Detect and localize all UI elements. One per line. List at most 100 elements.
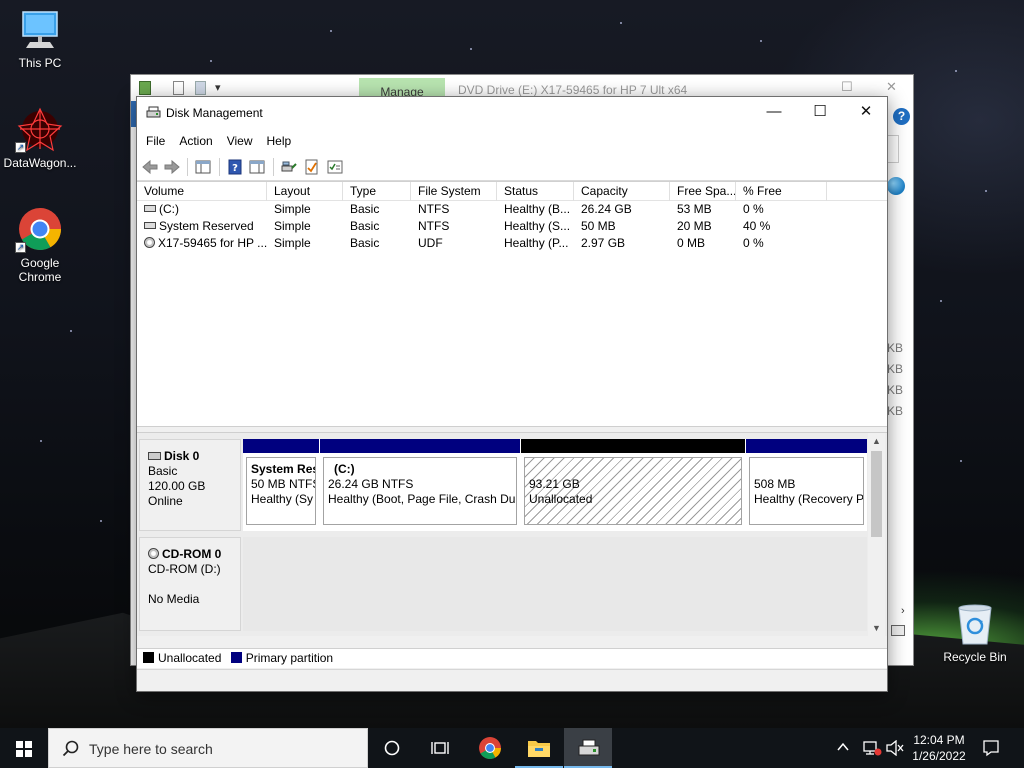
window-title: Disk Management xyxy=(166,106,263,120)
dvd-disc-icon xyxy=(144,237,155,249)
help-icon[interactable]: ? xyxy=(893,108,910,125)
partition-size: 26.24 GB NTFS xyxy=(328,477,414,491)
show-hide-console-tree-icon[interactable] xyxy=(194,158,212,176)
column-header-volume[interactable]: Volume xyxy=(137,182,267,201)
speaker-muted-icon xyxy=(886,739,904,757)
volume-button[interactable] xyxy=(886,739,904,768)
partition-name: System Res xyxy=(251,462,316,476)
menu-file[interactable]: File xyxy=(139,129,172,153)
disk-management-window[interactable]: Disk Management — ☐ ✕ File Action View H… xyxy=(136,96,888,692)
taskbar-file-explorer[interactable] xyxy=(515,728,563,768)
menu-help[interactable]: Help xyxy=(260,129,299,153)
disk-management-app-icon xyxy=(146,106,161,118)
pane-splitter[interactable] xyxy=(137,426,887,433)
desktop-icon-recycle-bin[interactable]: Recycle Bin xyxy=(935,602,1015,664)
cdrom-0-area[interactable] xyxy=(243,537,867,631)
scroll-right-icon[interactable]: › xyxy=(901,605,905,617)
disk-map-scrollbar[interactable]: ▲ ▼ xyxy=(868,433,885,636)
legend-label-unallocated: Unallocated xyxy=(158,651,222,665)
properties-check-icon[interactable] xyxy=(303,158,321,176)
volume-list[interactable]: Volume Layout Type File System Status Ca… xyxy=(137,181,887,426)
disk-0-label[interactable]: Disk 0 Basic 120.00 GB Online xyxy=(139,439,241,531)
clock[interactable]: 12:04 PM 1/26/2022 xyxy=(906,732,972,764)
taskbar-disk-management[interactable] xyxy=(564,728,612,768)
column-header-file-system[interactable]: File System xyxy=(411,182,497,201)
partition-bar xyxy=(320,439,520,453)
desktop-icon-google-chrome[interactable]: ↗ Google Chrome xyxy=(0,206,80,284)
capacity-cell: 26.24 GB xyxy=(581,202,632,216)
desktop-icon-this-pc[interactable]: This PC xyxy=(0,8,80,70)
properties-icon[interactable] xyxy=(173,81,184,95)
chrome-icon xyxy=(479,737,501,759)
export-list-icon[interactable] xyxy=(326,158,344,176)
volume-row[interactable]: System Reserved Simple Basic NTFS Health… xyxy=(137,218,887,235)
taskbar-search-box[interactable]: Type here to search xyxy=(48,728,368,768)
column-header-free-space[interactable]: Free Spa... xyxy=(670,182,736,201)
desktop-icon-label: This PC xyxy=(18,56,62,70)
maximize-icon[interactable]: ☐ xyxy=(841,79,853,95)
desktop-icon-datawagon[interactable]: ↗ DataWagon... xyxy=(0,106,80,170)
clock-time: 12:04 PM xyxy=(913,733,965,747)
cdrom-0-label[interactable]: CD-ROM 0 CD-ROM (D:) No Media xyxy=(139,537,241,631)
column-header-capacity[interactable]: Capacity xyxy=(574,182,670,201)
help-icon[interactable]: ? xyxy=(226,158,244,176)
start-button[interactable] xyxy=(0,728,48,768)
details-view-icon[interactable] xyxy=(891,625,905,636)
legend: Unallocated Primary partition xyxy=(137,648,887,668)
column-header-type[interactable]: Type xyxy=(343,182,411,201)
show-hide-action-pane-icon[interactable] xyxy=(248,158,266,176)
capacity-cell: 50 MB xyxy=(581,219,616,233)
notifications-icon xyxy=(983,740,999,757)
back-arrow-icon[interactable] xyxy=(141,158,159,176)
hard-drive-icon xyxy=(144,222,156,230)
cdrom-icon xyxy=(148,548,159,560)
maximize-button[interactable]: ☐ xyxy=(797,97,843,127)
volume-name: X17-59465 for HP ... xyxy=(158,236,267,250)
globe-icon xyxy=(887,177,905,195)
network-disconnected-icon xyxy=(863,741,882,756)
task-view-button[interactable] xyxy=(416,728,464,768)
volume-name-cell: (C:) xyxy=(137,201,267,218)
partition-recovery[interactable]: 508 MB Healthy (Recovery P xyxy=(746,439,867,529)
size-label: KB xyxy=(887,341,904,355)
disk-name: CD-ROM 0 xyxy=(162,547,222,561)
partition-c-drive[interactable]: (C:) 26.24 GB NTFS Healthy (Boot, Page F… xyxy=(320,439,520,529)
quick-access-dropdown-icon[interactable]: ▾ xyxy=(215,81,221,94)
scroll-up-icon[interactable]: ▲ xyxy=(868,433,885,449)
percent-free-cell: 40 % xyxy=(743,219,771,233)
percent-free-cell: 0 % xyxy=(743,202,764,216)
column-header-layout[interactable]: Layout xyxy=(267,182,343,201)
volume-row[interactable]: X17-59465 for HP ... Simple Basic UDF He… xyxy=(137,235,887,252)
menu-view[interactable]: View xyxy=(220,129,260,153)
partition-details: 93.21 GB Unallocated xyxy=(524,457,742,525)
show-hidden-icons-button[interactable] xyxy=(836,740,850,768)
status-cell: Healthy (P... xyxy=(504,236,569,250)
forward-arrow-icon[interactable] xyxy=(163,158,181,176)
task-view-icon xyxy=(431,742,449,754)
disk-map-pane[interactable]: Disk 0 Basic 120.00 GB Online System Res… xyxy=(137,433,887,636)
close-button[interactable]: ✕ xyxy=(843,97,889,127)
connect-virtual-disk-icon[interactable] xyxy=(280,158,298,176)
scrollbar-thumb[interactable] xyxy=(871,451,882,537)
recycle-bin-icon xyxy=(958,604,992,645)
column-header-status[interactable]: Status xyxy=(497,182,574,201)
volume-row[interactable]: (C:) Simple Basic NTFS Healthy (B... 26.… xyxy=(137,201,887,218)
minimize-button[interactable]: — xyxy=(751,97,797,127)
cortana-button[interactable] xyxy=(368,728,416,768)
partition-bar xyxy=(746,439,867,453)
disk-management-titlebar[interactable]: Disk Management — ☐ ✕ xyxy=(137,97,887,129)
partition-unallocated[interactable]: 93.21 GB Unallocated xyxy=(521,439,745,529)
partition-system-reserved[interactable]: System Res 50 MB NTFS Healthy (Sy xyxy=(243,439,319,529)
column-header-percent-free[interactable]: % Free xyxy=(736,182,827,201)
menu-action[interactable]: Action xyxy=(172,129,219,153)
cortana-circle-icon xyxy=(384,740,400,756)
shortcut-arrow-icon: ↗ xyxy=(15,242,26,253)
desktop-icon-label: Recycle Bin xyxy=(943,650,1007,664)
scroll-down-icon[interactable]: ▼ xyxy=(868,620,885,636)
clock-date: 1/26/2022 xyxy=(912,749,966,763)
taskbar-chrome[interactable] xyxy=(466,728,514,768)
close-icon[interactable]: ✕ xyxy=(886,79,897,95)
action-center-button[interactable] xyxy=(982,739,1000,768)
network-button[interactable] xyxy=(862,740,882,768)
document-icon[interactable] xyxy=(195,81,206,95)
